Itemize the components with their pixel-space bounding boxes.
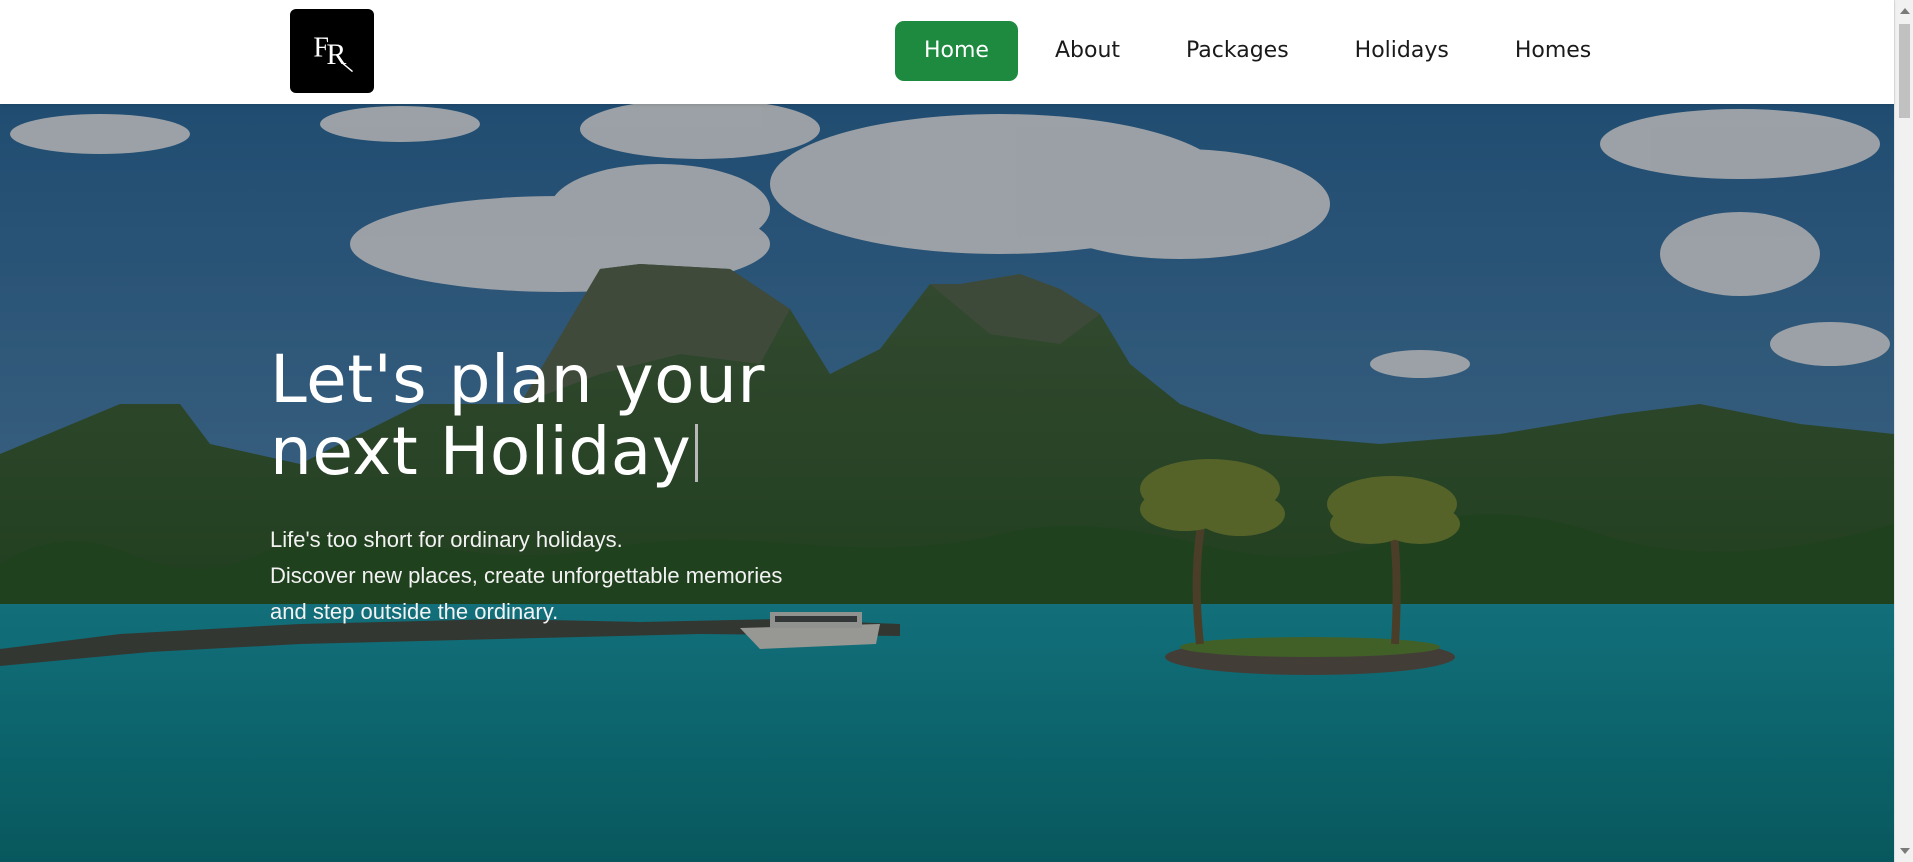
typing-caret bbox=[695, 424, 699, 482]
scrollbar-thumb[interactable] bbox=[1899, 24, 1910, 118]
scroll-down-arrow-icon[interactable] bbox=[1900, 848, 1910, 854]
nav-link-holidays[interactable]: Holidays bbox=[1326, 21, 1478, 81]
page-scrollbar[interactable] bbox=[1894, 0, 1913, 862]
hero-title-line-2: next Holiday bbox=[270, 416, 990, 488]
nav-link-homes[interactable]: Homes bbox=[1486, 21, 1620, 81]
brand-logo[interactable]: F R bbox=[290, 9, 374, 93]
nav-link-home[interactable]: Home bbox=[895, 21, 1018, 81]
hero-title-line-2-text: next Holiday bbox=[270, 413, 692, 490]
hero-subtitle-line-1: Life's too short for ordinary holidays. bbox=[270, 527, 623, 552]
nav-link-about[interactable]: About bbox=[1026, 21, 1149, 81]
scroll-up-arrow-icon[interactable] bbox=[1900, 8, 1910, 14]
main-nav: Home About Packages Holidays Homes bbox=[895, 21, 1628, 81]
hero-title: Let's plan your next Holiday bbox=[270, 344, 990, 488]
hero-subtitle: Life's too short for ordinary holidays. … bbox=[270, 522, 890, 630]
fr-monogram-logo-icon: F R bbox=[313, 33, 353, 73]
top-navbar: F R Home About Packages Holidays Homes bbox=[0, 0, 1894, 104]
hero-subtitle-line-3: and step outside the ordinary. bbox=[270, 599, 559, 624]
svg-text:R: R bbox=[326, 38, 346, 71]
hero-section: Let's plan your next Holiday Life's too … bbox=[0, 104, 1894, 862]
hero-subtitle-line-2: Discover new places, create unforgettabl… bbox=[270, 563, 783, 588]
nav-link-packages[interactable]: Packages bbox=[1157, 21, 1318, 81]
hero-title-line-1: Let's plan your bbox=[270, 341, 765, 418]
